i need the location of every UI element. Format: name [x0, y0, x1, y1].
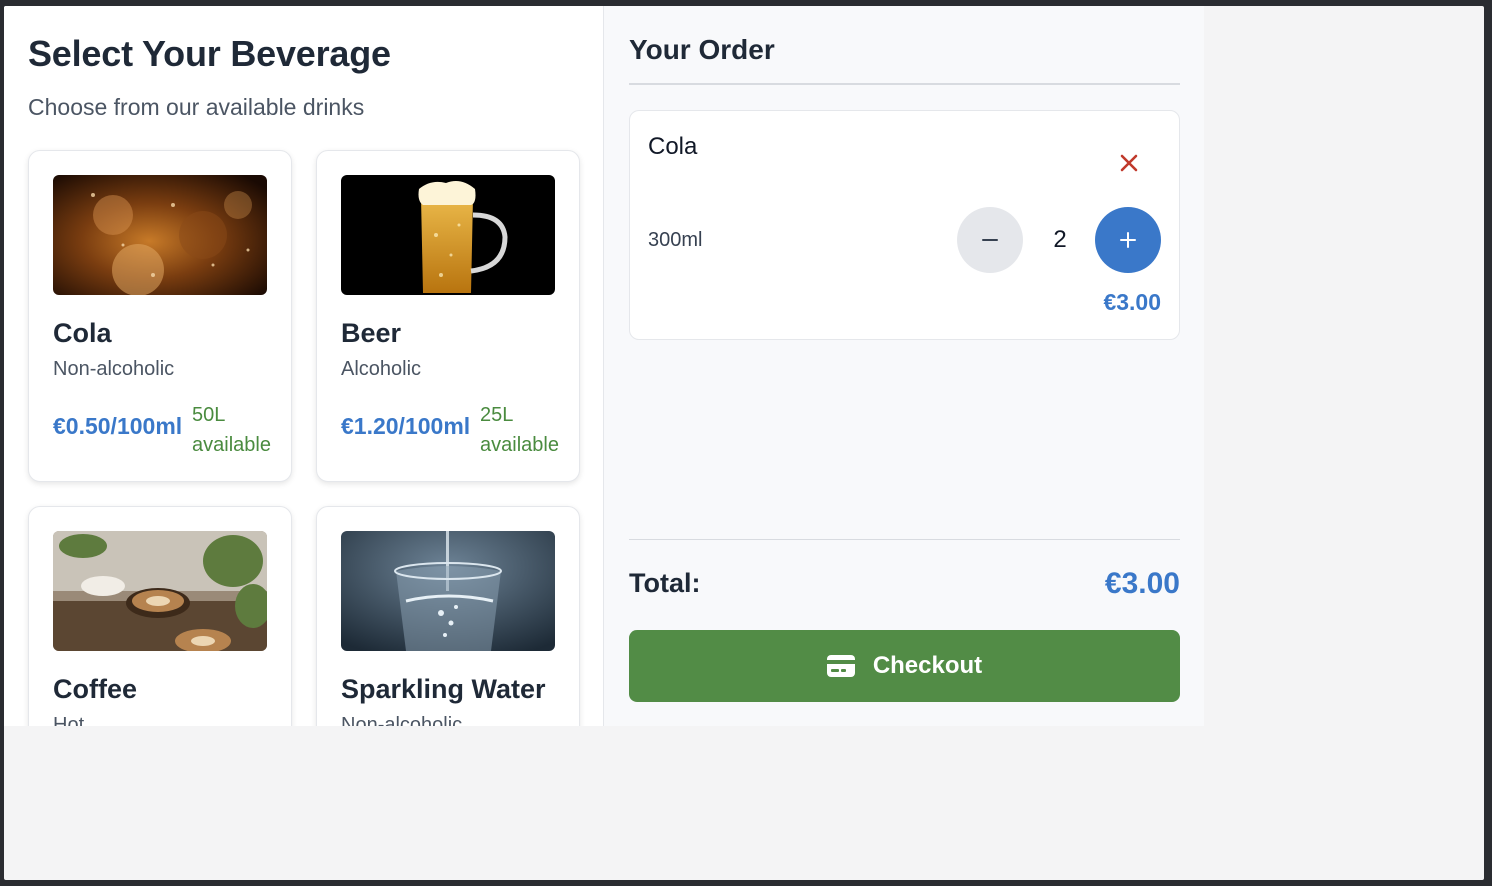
- beverage-type: Non-alcoholic: [53, 358, 175, 380]
- order-item-name: Cola: [648, 133, 698, 160]
- beverage-grid: Cola Non-alcoholic €0.50/100ml 50L avail…: [28, 150, 580, 726]
- divider: [629, 539, 1180, 540]
- remove-item-button[interactable]: [1115, 149, 1143, 177]
- credit-card-icon: [826, 655, 855, 677]
- browser-viewport: Select Your Beverage Choose from our ava…: [4, 6, 1484, 880]
- beverage-stock-label: available: [480, 434, 559, 456]
- beverage-card-beer[interactable]: Beer Alcoholic €1.20/100ml 25L available: [316, 150, 580, 482]
- beverage-stock-label: available: [192, 434, 271, 456]
- cola-glass-image: [53, 175, 267, 295]
- beverage-stock: 25L available: [480, 400, 559, 460]
- total-value: €3.00: [1104, 567, 1180, 600]
- beverage-stock-amount: 50L: [192, 404, 226, 426]
- increase-quantity-button[interactable]: [1095, 207, 1161, 273]
- beverage-app: Select Your Beverage Choose from our ava…: [4, 6, 1204, 726]
- minus-icon: [982, 239, 998, 241]
- beverage-name: Sparkling Water: [341, 674, 546, 704]
- page-subtitle: Choose from our available drinks: [28, 94, 365, 120]
- order-item: Cola 300ml 2 €3.00: [629, 110, 1180, 340]
- total-label: Total:: [629, 568, 701, 598]
- beverage-card-sparkling-water[interactable]: Sparkling Water Non-alcoholic: [316, 506, 580, 726]
- checkout-label: Checkout: [872, 652, 983, 679]
- beverage-name: Coffee: [53, 674, 138, 704]
- order-panel: Your Order Cola 300ml 2 €3.00 Total: €3.…: [604, 6, 1204, 726]
- plus-icon: [1120, 232, 1136, 248]
- divider: [629, 83, 1180, 85]
- page-title: Select Your Beverage: [28, 33, 391, 74]
- beer-mug-image: [341, 175, 555, 295]
- decrease-quantity-button[interactable]: [957, 207, 1023, 273]
- close-icon: [1120, 154, 1138, 172]
- order-item-size: 300ml: [648, 229, 703, 251]
- beverage-name: Beer: [341, 318, 402, 348]
- beverage-name: Cola: [53, 318, 112, 348]
- beverage-stock-amount: 25L: [480, 404, 514, 426]
- beverage-card-coffee[interactable]: Coffee Hot: [28, 506, 292, 726]
- beverage-type: Hot: [53, 714, 85, 726]
- beverage-menu-panel: Select Your Beverage Choose from our ava…: [4, 6, 604, 726]
- beverage-price: €0.50/100ml: [53, 413, 183, 439]
- water-glass-image: [341, 531, 555, 651]
- beverage-stock: 50L available: [192, 400, 271, 460]
- checkout-button[interactable]: Checkout: [629, 630, 1180, 702]
- beverage-price: €1.20/100ml: [341, 413, 471, 439]
- beverage-type: Non-alcoholic: [341, 714, 463, 726]
- order-item-total: €3.00: [1103, 289, 1161, 315]
- quantity-value: 2: [1053, 226, 1067, 253]
- beverage-type: Alcoholic: [341, 358, 422, 380]
- beverage-card-cola[interactable]: Cola Non-alcoholic €0.50/100ml 50L avail…: [28, 150, 292, 482]
- coffee-cups-image: [53, 531, 267, 651]
- order-title: Your Order: [629, 34, 775, 65]
